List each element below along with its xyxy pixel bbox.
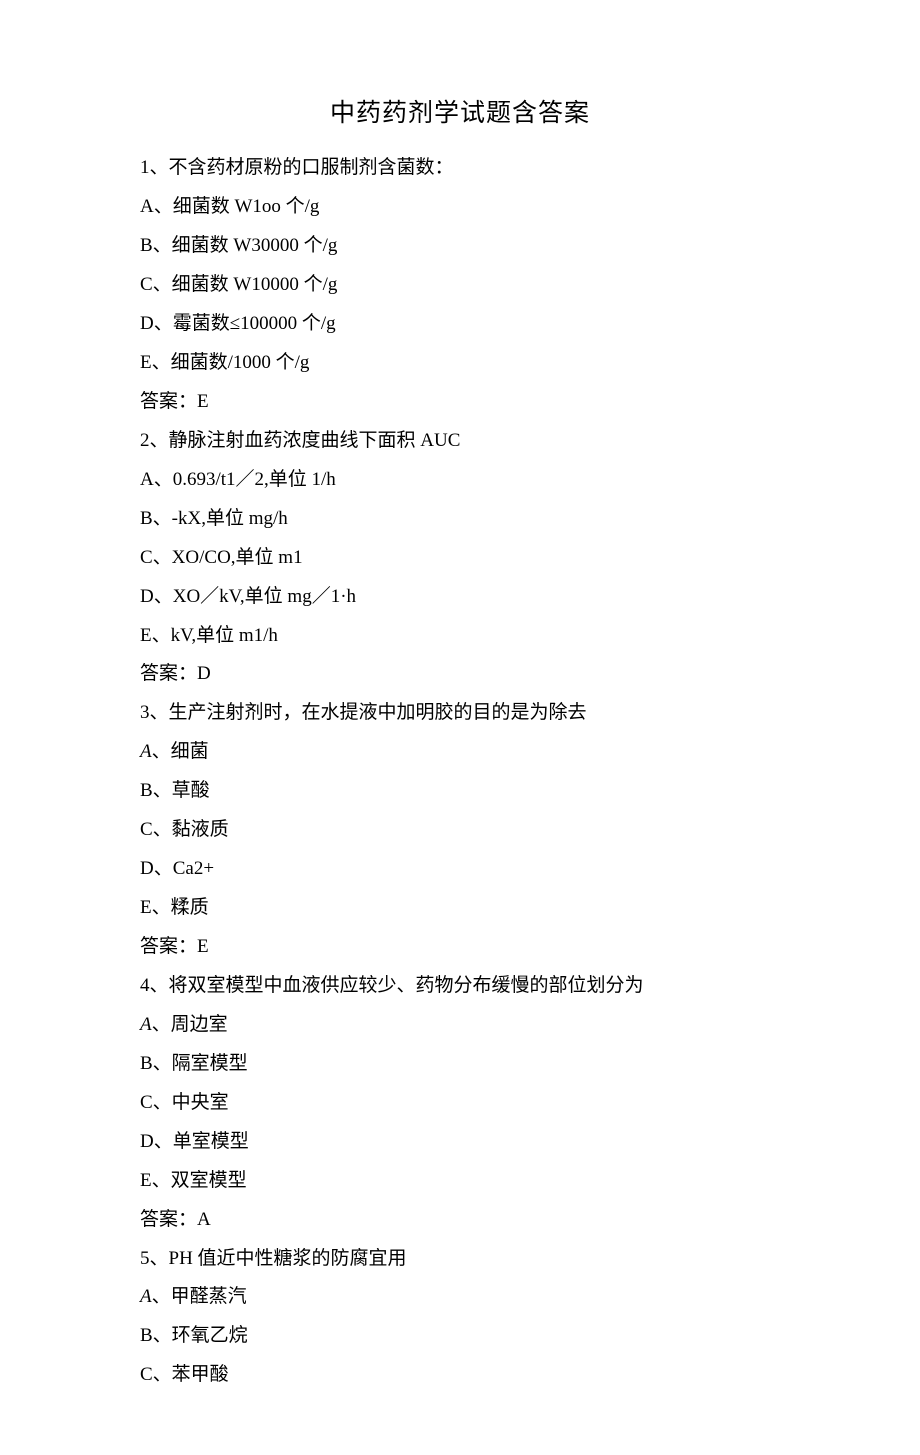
- option-line: E、糅质: [140, 889, 780, 928]
- option-line: C、苯甲酸: [140, 1356, 780, 1395]
- option-line: D、Ca2+: [140, 850, 780, 889]
- option-line: D、XO／kV,单位 mg／1·h: [140, 578, 780, 617]
- document-title: 中药药剂学试题含答案: [140, 88, 780, 139]
- option-line: D、霉菌数≤100000 个/g: [140, 305, 780, 344]
- option-line: A、周边室: [140, 1006, 780, 1045]
- option-line: A、细菌数 W1oo 个/g: [140, 188, 780, 227]
- option-line: B、细菌数 W30000 个/g: [140, 227, 780, 266]
- option-line: D、单室模型: [140, 1123, 780, 1162]
- option-rest: 、细菌: [152, 741, 209, 762]
- question-stem: 5、PH 值近中性糖浆的防腐宜用: [140, 1240, 780, 1279]
- option-line: A、0.693/t1／2,单位 1/h: [140, 461, 780, 500]
- answer-line: 答案：A: [140, 1201, 780, 1240]
- option-prefix: A: [140, 1286, 152, 1307]
- question-stem: 1、不含药材原粉的口服制剂含菌数：: [140, 149, 780, 188]
- option-line: B、隔室模型: [140, 1045, 780, 1084]
- option-line: E、细菌数/1000 个/g: [140, 344, 780, 383]
- document-body: 1、不含药材原粉的口服制剂含菌数：A、细菌数 W1oo 个/gB、细菌数 W30…: [140, 149, 780, 1395]
- option-line: E、双室模型: [140, 1162, 780, 1201]
- option-line: E、kV,单位 m1/h: [140, 617, 780, 656]
- option-line: A、甲醛蒸汽: [140, 1278, 780, 1317]
- question-stem: 2、静脉注射血药浓度曲线下面积 AUC: [140, 422, 780, 461]
- option-line: C、黏液质: [140, 811, 780, 850]
- option-line: B、环氧乙烷: [140, 1317, 780, 1356]
- option-prefix: A: [140, 1014, 152, 1035]
- option-line: C、细菌数 W10000 个/g: [140, 266, 780, 305]
- option-line: B、草酸: [140, 772, 780, 811]
- option-line: B、-kX,单位 mg/h: [140, 500, 780, 539]
- question-stem: 3、生产注射剂时，在水提液中加明胶的目的是为除去: [140, 694, 780, 733]
- document-page: 中药药剂学试题含答案 1、不含药材原粉的口服制剂含菌数：A、细菌数 W1oo 个…: [0, 0, 920, 1455]
- option-line: C、中央室: [140, 1084, 780, 1123]
- option-line: A、细菌: [140, 733, 780, 772]
- answer-line: 答案：D: [140, 655, 780, 694]
- option-rest: 、周边室: [152, 1014, 228, 1035]
- option-line: C、XO/CO,单位 m1: [140, 539, 780, 578]
- answer-line: 答案：E: [140, 383, 780, 422]
- answer-line: 答案：E: [140, 928, 780, 967]
- question-stem: 4、将双室模型中血液供应较少、药物分布缓慢的部位划分为: [140, 967, 780, 1006]
- option-rest: 、甲醛蒸汽: [152, 1286, 247, 1307]
- option-prefix: A: [140, 741, 152, 762]
